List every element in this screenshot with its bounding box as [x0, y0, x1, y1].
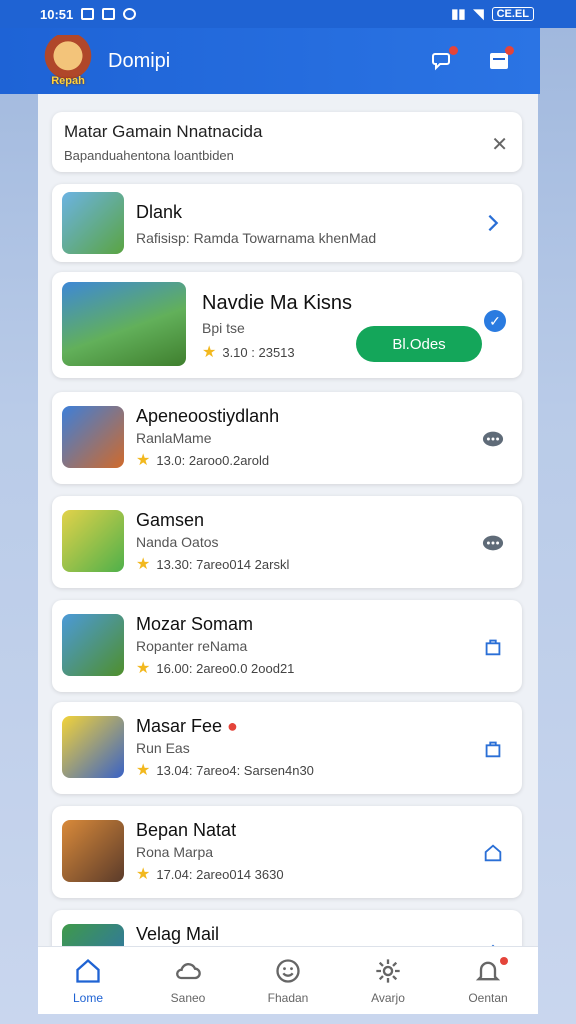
notice-subtitle: Bapanduahentona loantbiden: [64, 148, 234, 163]
game-rating: ★ 13.0: 2aroo0.2arold: [136, 450, 269, 470]
game-subtitle: Ropanter reNama: [136, 638, 248, 654]
game-title: Bepan Natat: [136, 820, 237, 840]
game-title: Mozar Somam: [136, 614, 254, 634]
nav-settings[interactable]: Avarjo: [338, 947, 438, 1014]
game-rating: ★ 16.00: 2areo0.0 2ood21: [136, 658, 294, 678]
nav-notifications[interactable]: Oentan: [438, 947, 538, 1014]
notification-badge: [500, 957, 508, 965]
featured-subtitle: Bpi tse: [202, 320, 245, 336]
star-icon: ★: [136, 660, 151, 677]
app-title: Domipi: [108, 49, 171, 72]
signal-icon: ▮▮: [451, 6, 466, 21]
chat-icon[interactable]: [480, 530, 506, 556]
game-title: Gamsen: [136, 510, 205, 530]
featured-game-card[interactable]: Navdie Ma Kisns Bpi tse ★ 3.10 : 23513 B…: [52, 272, 522, 378]
nav-friends[interactable]: Fhadan: [238, 947, 338, 1014]
notification-icon: [102, 8, 116, 20]
nav-label: Oentan: [468, 990, 508, 1005]
chat-icon[interactable]: [480, 426, 506, 452]
star-icon: ★: [136, 866, 151, 883]
game-rating: ★ 13.30: 7areo014 2arskl: [136, 554, 289, 574]
sync-icon: [123, 8, 137, 20]
notice-card[interactable]: Matar Gamain Nnatnacida Bapanduahentona …: [52, 112, 522, 172]
inbox-badge: [505, 46, 514, 55]
game-title: Dlank: [136, 202, 183, 222]
game-subtitle: Rona Marpa: [136, 844, 214, 860]
chevron-right-icon[interactable]: [480, 210, 506, 236]
game-title-text: Masar Fee: [136, 716, 223, 736]
game-subtitle: Rafisisp: Ramda Towarnama khenMad: [136, 230, 377, 246]
rating-text: 13.0: 2aroo0.2arold: [156, 452, 270, 468]
install-button[interactable]: Bl.Odes: [356, 326, 482, 362]
game-subtitle: Nanda Oatos: [136, 534, 219, 550]
rating-text: 13.04: 7areo4: Sarsen4n30: [156, 762, 314, 778]
featured-game-image: [62, 282, 186, 366]
game-row[interactable]: Masar Fee ● Run Eas ★ 13.04: 7areo4: Sars…: [52, 702, 522, 794]
nav-home[interactable]: Lome: [38, 947, 138, 1014]
rating-text: 16.00: 2areo0.0 2ood21: [156, 660, 295, 676]
nav-label: Avarjo: [371, 990, 405, 1005]
game-subtitle: RanlaMame: [136, 430, 212, 446]
chat-button[interactable]: [426, 44, 460, 78]
nav-search[interactable]: Saneo: [138, 947, 238, 1014]
gallery-icon: [81, 8, 95, 20]
status-bar: 10:51 ▮▮ ◥ CE.EL: [0, 0, 576, 28]
game-title: Velag Mail: [136, 924, 220, 944]
logo-text: Repah: [51, 75, 85, 87]
game-title: Apeneoostiydlanh: [136, 406, 280, 426]
status-time: 10:51: [40, 6, 74, 22]
star-icon: ★: [136, 762, 151, 779]
home-icon: [76, 958, 100, 983]
game-thumbnail: [62, 614, 124, 676]
content-sheet: Matar Gamain Nnatnacida Bapanduahentona …: [38, 94, 538, 1014]
inbox-button[interactable]: [482, 44, 516, 78]
star-icon: ★: [202, 344, 217, 361]
star-icon: ★: [136, 452, 151, 469]
nav-label: Fhadan: [267, 990, 309, 1005]
nav-label: Lome: [72, 990, 104, 1005]
bell-icon: [475, 961, 501, 980]
game-title: Masar Fee ●: [136, 716, 238, 737]
game-row[interactable]: Apeneoostiydlanh RanlaMame ★ 13.0: 2aroo0…: [52, 392, 522, 484]
star-icon: ★: [136, 556, 151, 573]
rating-text: 17.04: 2areo014 3630: [156, 866, 284, 882]
game-rating: ★ 13.04: 7areo4: Sarsen4n30: [136, 760, 314, 780]
bag-icon[interactable]: [480, 634, 506, 660]
home-outline-icon[interactable]: [480, 840, 506, 866]
game-subtitle: Run Eas: [136, 740, 190, 756]
featured-rating-text: 3.10 : 23513: [222, 344, 295, 360]
bag-icon[interactable]: [480, 736, 506, 762]
wifi-icon: ◥: [473, 6, 484, 21]
app-logo[interactable]: Repah: [40, 35, 96, 87]
bottom-navigation: Lome Saneo Fhadan Avarjo Oentan: [38, 946, 538, 1014]
game-row[interactable]: Gamsen Nanda Oatos ★ 13.30: 7areo014 2ars…: [52, 496, 522, 588]
game-row[interactable]: Bepan Natat Rona Marpa ★ 17.04: 2areo014 …: [52, 806, 522, 898]
chat-badge: [449, 46, 458, 55]
rating-text: 13.30: 7areo014 2arskl: [156, 556, 290, 572]
game-thumbnail: [62, 406, 124, 468]
game-thumbnail: [62, 192, 124, 254]
check-icon: ✓: [484, 310, 506, 332]
cloud-icon: [176, 962, 201, 979]
battery-indicator: CE.EL: [491, 7, 534, 21]
gear-icon: [376, 958, 400, 983]
game-rating: ★ 17.04: 2areo014 3630: [136, 864, 284, 884]
featured-title: Navdie Ma Kisns: [202, 292, 353, 314]
nav-label: Saneo: [170, 990, 206, 1005]
app-bar: Repah Domipi: [0, 28, 540, 94]
game-thumbnail: [62, 820, 124, 882]
game-thumbnail: [62, 510, 124, 572]
game-thumbnail: [62, 716, 124, 778]
heart-icon: ●: [227, 716, 238, 736]
smile-icon: [276, 958, 300, 983]
notice-title: Matar Gamain Nnatnacida: [64, 122, 263, 141]
game-row[interactable]: Mozar Somam Ropanter reNama ★ 16.00: 2are…: [52, 600, 522, 692]
featured-rating: ★ 3.10 : 23513: [202, 342, 295, 362]
list-item[interactable]: Dlank Rafisisp: Ramda Towarnama khenMad: [52, 184, 522, 262]
close-icon[interactable]: ✕: [491, 132, 508, 157]
